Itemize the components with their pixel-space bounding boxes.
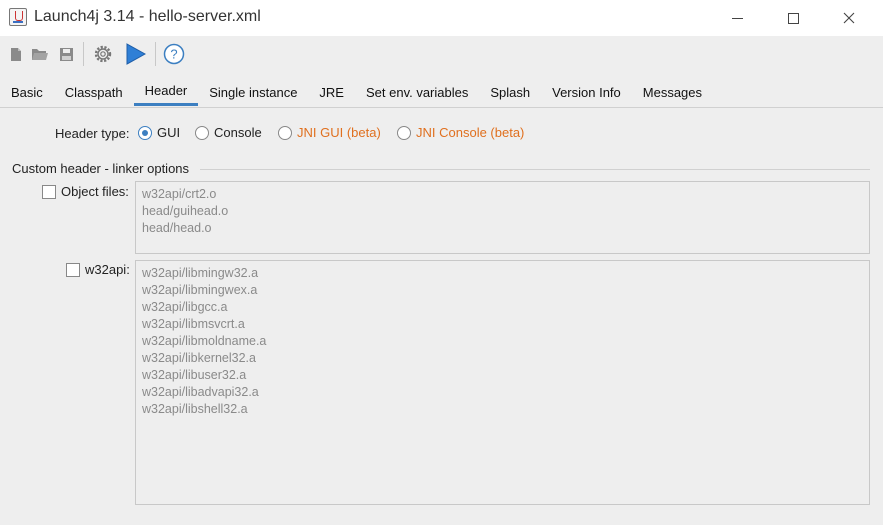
new-button[interactable] xyxy=(8,42,24,66)
close-icon xyxy=(843,12,855,24)
open-icon xyxy=(32,49,48,60)
minimize-icon xyxy=(731,17,743,19)
svg-text:?: ? xyxy=(170,47,177,62)
w32api-checkbox[interactable] xyxy=(66,262,80,277)
minimize-button[interactable] xyxy=(714,0,760,36)
radio-jni-console[interactable]: JNI Console (beta) xyxy=(397,125,524,140)
list-item: w32api/libkernel32.a xyxy=(142,351,256,365)
run-button[interactable] xyxy=(122,42,148,66)
radio-gui-label: GUI xyxy=(157,125,181,140)
radio-jni-gui-label: JNI GUI (beta) xyxy=(297,125,381,140)
tab-divider xyxy=(0,107,883,108)
group-divider xyxy=(200,169,870,170)
w32api-checkbox-row[interactable]: w32api: xyxy=(66,262,130,277)
tab-jre[interactable]: JRE xyxy=(308,78,355,106)
list-item: w32api/libmsvcrt.a xyxy=(142,317,245,331)
save-button[interactable] xyxy=(57,42,75,66)
list-item: w32api/libmingw32.a xyxy=(142,266,259,280)
open-button[interactable] xyxy=(30,42,50,66)
list-item: w32api/libmingwex.a xyxy=(142,283,258,297)
maximize-icon xyxy=(787,12,799,24)
radio-indicator[interactable] xyxy=(195,125,209,140)
settings-icon xyxy=(94,45,112,63)
w32api-textarea[interactable]: w32api/libmingw32.a w32api/libmingwex.a … xyxy=(135,260,870,505)
radio-gui[interactable]: GUI xyxy=(138,125,180,140)
list-item: w32api/libmoldname.a xyxy=(142,334,267,348)
app-icon xyxy=(9,8,27,26)
list-item: w32api/libshell32.a xyxy=(142,402,248,416)
help-button[interactable]: ? xyxy=(162,42,186,66)
list-item: w32api/crt2.o xyxy=(142,187,217,201)
window-title: Launch4j 3.14 - hello-server.xml xyxy=(34,8,261,25)
object-files-label: Object files: xyxy=(61,184,129,199)
help-icon: ? xyxy=(163,43,185,65)
tab-single-instance[interactable]: Single instance xyxy=(198,78,308,106)
object-files-checkbox[interactable] xyxy=(42,184,56,199)
radio-console-label: Console xyxy=(214,125,262,140)
radio-console[interactable]: Console xyxy=(195,125,262,140)
header-type-label: Header type: xyxy=(55,126,130,141)
tab-version-info[interactable]: Version Info xyxy=(541,78,632,106)
list-item: head/head.o xyxy=(142,221,212,235)
radio-jni-console-label: JNI Console (beta) xyxy=(416,125,525,140)
title-bar: Launch4j 3.14 - hello-server.xml xyxy=(0,0,883,36)
toolbar: ? xyxy=(0,36,883,74)
tab-messages[interactable]: Messages xyxy=(632,78,713,106)
w32api-label: w32api: xyxy=(85,262,130,277)
object-files-textarea[interactable]: w32api/crt2.o head/guihead.o head/head.o xyxy=(135,181,870,254)
tab-set-env-variables[interactable]: Set env. variables xyxy=(355,78,479,106)
tab-basic[interactable]: Basic xyxy=(0,78,54,106)
radio-jni-gui[interactable]: JNI GUI (beta) xyxy=(278,125,381,140)
tab-header[interactable]: Header xyxy=(133,78,199,106)
tab-classpath[interactable]: Classpath xyxy=(54,78,134,106)
new-icon xyxy=(11,48,21,61)
maximize-button[interactable] xyxy=(770,0,816,36)
tab-bar: Basic Classpath Header Single instance J… xyxy=(0,78,883,108)
list-item: w32api/libadvapi32.a xyxy=(142,385,259,399)
save-icon xyxy=(59,47,73,61)
tab-splash[interactable]: Splash xyxy=(479,78,541,106)
radio-indicator[interactable] xyxy=(138,125,152,140)
settings-button[interactable] xyxy=(90,42,116,66)
radio-indicator[interactable] xyxy=(278,125,292,140)
list-item: head/guihead.o xyxy=(142,204,229,218)
radio-indicator[interactable] xyxy=(397,125,411,140)
object-files-checkbox-row[interactable]: Object files: xyxy=(42,184,129,199)
linker-options-group-title: Custom header - linker options xyxy=(12,161,190,176)
list-item: w32api/libgcc.a xyxy=(142,300,228,314)
list-item: w32api/libuser32.a xyxy=(142,368,247,382)
toolbar-separator xyxy=(155,42,156,66)
toolbar-separator xyxy=(83,42,84,66)
run-icon xyxy=(126,43,146,65)
close-button[interactable] xyxy=(826,0,872,36)
